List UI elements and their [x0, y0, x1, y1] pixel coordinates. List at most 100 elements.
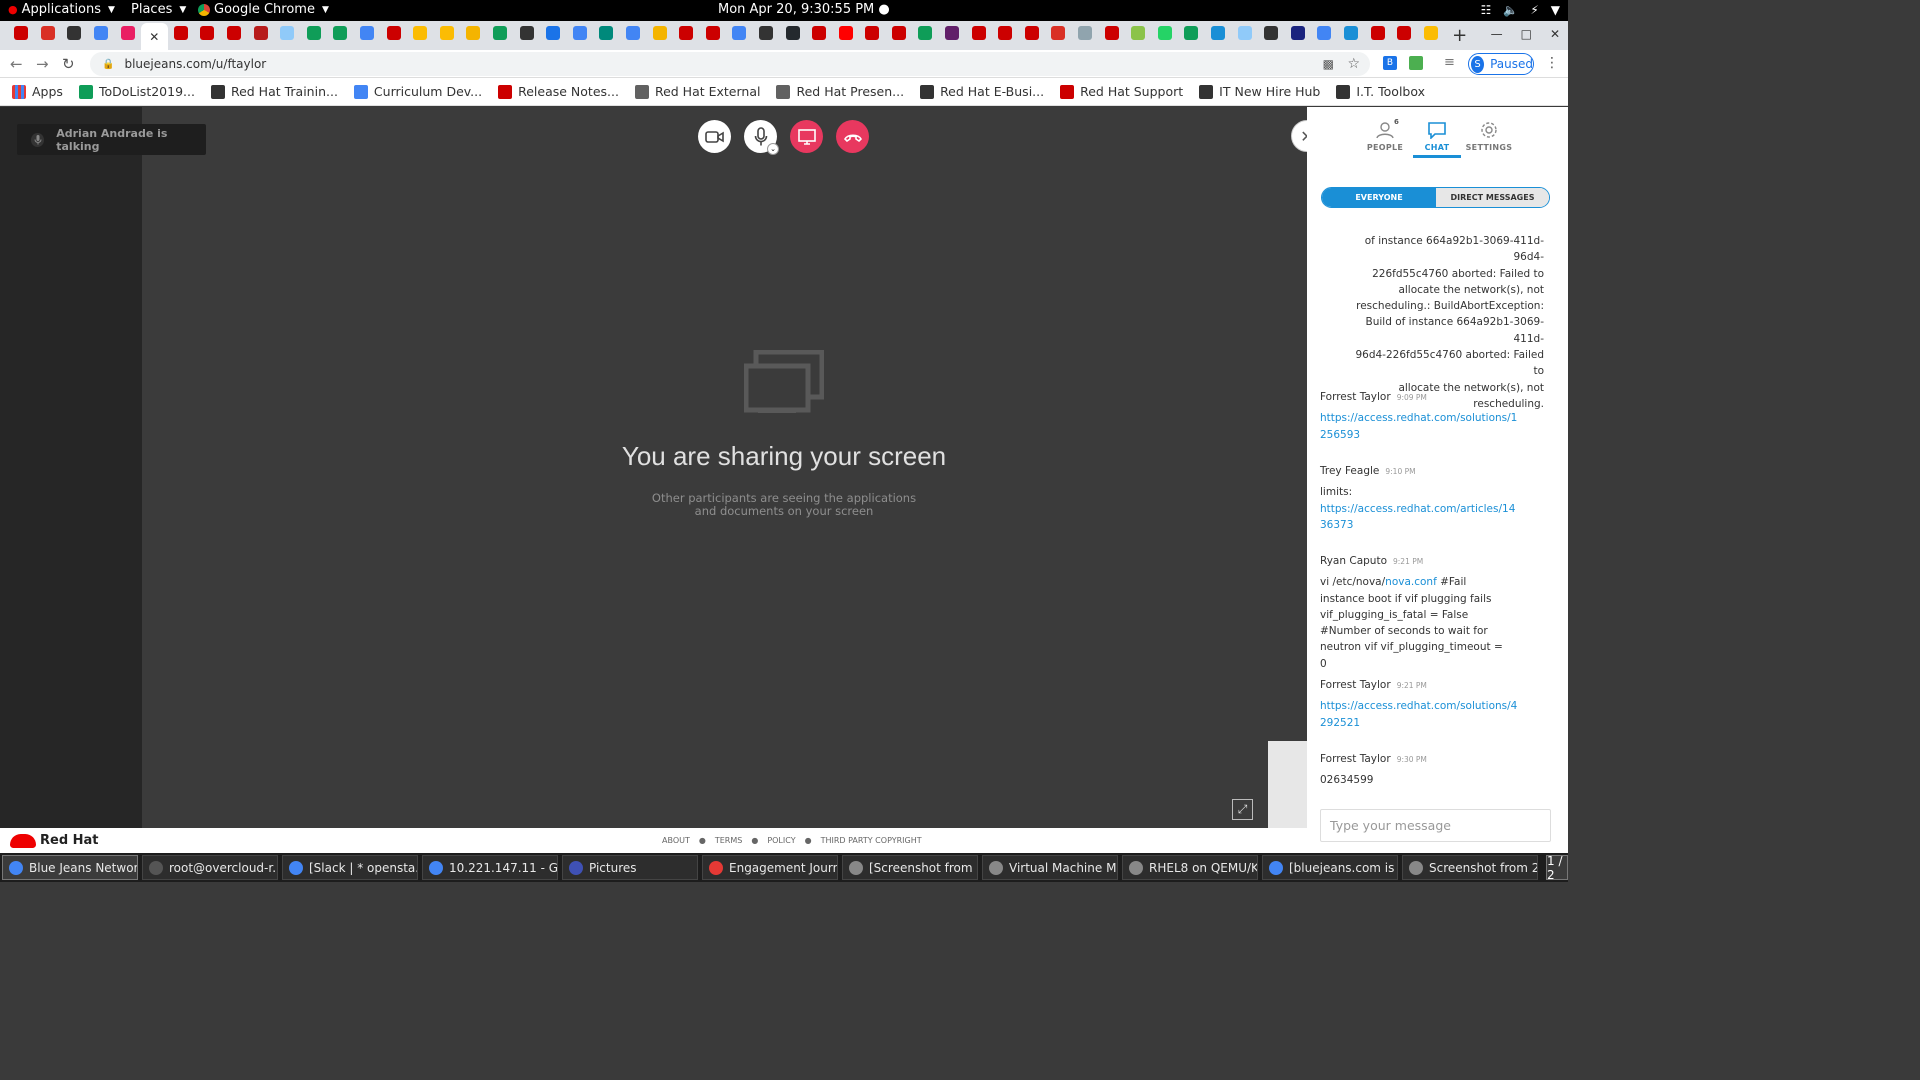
- address-bar[interactable]: 🔒 bluejeans.com/u/ftaylor ▩ ☆: [90, 52, 1370, 76]
- browser-tab[interactable]: [407, 21, 434, 45]
- browser-tab[interactable]: [168, 21, 195, 45]
- browser-tab[interactable]: [1072, 21, 1099, 45]
- about-link[interactable]: ABOUT: [662, 836, 690, 845]
- chrome-app-menu[interactable]: Google Chrome ▼: [198, 2, 329, 17]
- browser-tab[interactable]: [620, 21, 647, 45]
- bookmark-item[interactable]: I.T. Toolbox: [1336, 84, 1425, 99]
- browser-tab[interactable]: [8, 21, 35, 45]
- bookmark-item[interactable]: Red Hat E-Busi...: [920, 84, 1044, 99]
- tab-chat[interactable]: CHAT: [1412, 121, 1462, 152]
- bookmark-item[interactable]: Red Hat Trainin...: [210, 84, 338, 99]
- direct-messages-tab[interactable]: DIRECT MESSAGES: [1436, 188, 1549, 207]
- taskbar-window-button[interactable]: Pictures: [562, 855, 698, 880]
- browser-tab[interactable]: [939, 21, 966, 45]
- message-link[interactable]: https://access.redhat.com/solutions/1256…: [1320, 412, 1517, 440]
- browser-tab[interactable]: [965, 21, 992, 45]
- browser-tab[interactable]: [1098, 21, 1125, 45]
- taskbar-window-button[interactable]: [bluejeans.com is s...: [1262, 855, 1398, 880]
- browser-tab[interactable]: [194, 21, 221, 45]
- browser-tab[interactable]: [88, 21, 115, 45]
- browser-tab[interactable]: [753, 21, 780, 45]
- chat-log[interactable]: of instance 664a92b1-3069-411d-96d4- 226f…: [1307, 233, 1568, 793]
- forward-icon[interactable]: →: [36, 55, 49, 73]
- browser-tab[interactable]: ✕: [140, 23, 168, 50]
- browser-tab[interactable]: [1231, 21, 1258, 45]
- taskbar-window-button[interactable]: Blue Jeans Networ...: [2, 855, 138, 880]
- browser-tab[interactable]: [1391, 21, 1418, 45]
- message-link[interactable]: https://access.redhat.com/articles/14363…: [1320, 503, 1515, 531]
- browser-tab[interactable]: [1045, 21, 1072, 45]
- browser-tab[interactable]: [247, 21, 274, 45]
- browser-tab[interactable]: [1285, 21, 1312, 45]
- browser-tab[interactable]: [487, 21, 514, 45]
- third-party-link[interactable]: THIRD PARTY COPYRIGHT: [821, 836, 922, 845]
- browser-tab[interactable]: [806, 21, 833, 45]
- browser-tab[interactable]: [513, 21, 540, 45]
- close-window-icon[interactable]: ✕: [1550, 27, 1560, 41]
- screen-share-button[interactable]: [790, 120, 823, 153]
- hang-up-button[interactable]: [836, 120, 869, 153]
- taskbar-window-button[interactable]: root@overcloud-r...: [142, 855, 278, 880]
- browser-tab[interactable]: [1152, 21, 1179, 45]
- browser-tab[interactable]: [859, 21, 886, 45]
- redhat-logo[interactable]: Red Hat: [10, 833, 99, 848]
- minimize-icon[interactable]: —: [1491, 27, 1503, 41]
- system-tray[interactable]: ☷ 🔈 ⚡ ▼: [1481, 3, 1560, 17]
- taskbar-window-button[interactable]: Engagement Journ...: [702, 855, 838, 880]
- everyone-tab[interactable]: EVERYONE: [1322, 188, 1436, 207]
- browser-tab[interactable]: [726, 21, 753, 45]
- bookmark-star-icon[interactable]: ☆: [1347, 56, 1360, 72]
- bookmark-item[interactable]: Apps: [12, 84, 63, 99]
- new-tab-button[interactable]: +: [1452, 25, 1467, 46]
- browser-tab[interactable]: [593, 21, 620, 45]
- browser-tab[interactable]: [1311, 21, 1338, 45]
- browser-tab[interactable]: [1258, 21, 1285, 45]
- browser-tab[interactable]: [354, 21, 381, 45]
- taskbar-window-button[interactable]: [Slack | * opensta...: [282, 855, 418, 880]
- reload-icon[interactable]: ↻: [62, 55, 75, 73]
- self-view-video[interactable]: [1268, 741, 1308, 828]
- browser-tab[interactable]: [380, 21, 407, 45]
- taskbar-window-button[interactable]: 10.221.147.11 - G...: [422, 855, 558, 880]
- browser-tab[interactable]: [540, 21, 567, 45]
- browser-tab[interactable]: [699, 21, 726, 45]
- places-menu[interactable]: Places ▼: [131, 2, 186, 17]
- taskbar-window-button[interactable]: Virtual Machine M...: [982, 855, 1118, 880]
- taskbar-window-button[interactable]: RHEL8 on QEMU/K...: [1122, 855, 1258, 880]
- tab-people[interactable]: 6 PEOPLE: [1360, 118, 1410, 152]
- browser-tab[interactable]: [673, 21, 700, 45]
- workspace-switcher[interactable]: 1 / 2: [1546, 854, 1568, 882]
- browser-tab[interactable]: [912, 21, 939, 45]
- fullscreen-button[interactable]: ⤢: [1232, 799, 1253, 820]
- close-icon[interactable]: ✕: [147, 30, 161, 44]
- bookmark-item[interactable]: ToDoList2019...: [78, 84, 195, 99]
- chevron-down-icon[interactable]: ⌄: [767, 143, 779, 155]
- browser-tab[interactable]: [301, 21, 328, 45]
- profile-button[interactable]: S Paused: [1468, 53, 1534, 75]
- maximize-icon[interactable]: □: [1521, 27, 1532, 41]
- browser-tab[interactable]: [992, 21, 1019, 45]
- mute-toggle-button[interactable]: ⌄: [744, 120, 779, 155]
- extension-image-icon[interactable]: [1409, 56, 1423, 70]
- policy-link[interactable]: POLICY: [767, 836, 795, 845]
- tab-settings[interactable]: SETTINGS: [1464, 121, 1514, 152]
- browser-tab[interactable]: [1364, 21, 1391, 45]
- browser-tab[interactable]: [886, 21, 913, 45]
- back-icon[interactable]: ←: [10, 55, 23, 73]
- browser-tab[interactable]: [1205, 21, 1232, 45]
- taskbar-window-button[interactable]: Screenshot from 2...: [1402, 855, 1538, 880]
- browser-tab[interactable]: [460, 21, 487, 45]
- browser-tab[interactable]: [434, 21, 461, 45]
- browser-tab[interactable]: [35, 21, 62, 45]
- applications-menu[interactable]: ● Applications ▼: [8, 2, 115, 17]
- media-icon[interactable]: ≡: [1444, 55, 1455, 70]
- browser-tab[interactable]: [1417, 21, 1444, 45]
- taskbar-window-button[interactable]: [Screenshot from ...: [842, 855, 978, 880]
- browser-tab[interactable]: [1019, 21, 1046, 45]
- message-link[interactable]: https://access.redhat.com/solutions/4292…: [1320, 700, 1517, 728]
- terms-link[interactable]: TERMS: [715, 836, 742, 845]
- browser-tab[interactable]: [1125, 21, 1152, 45]
- browser-tab[interactable]: [221, 21, 248, 45]
- browser-tab[interactable]: [1338, 21, 1365, 45]
- bookmark-item[interactable]: Red Hat Support: [1060, 84, 1183, 99]
